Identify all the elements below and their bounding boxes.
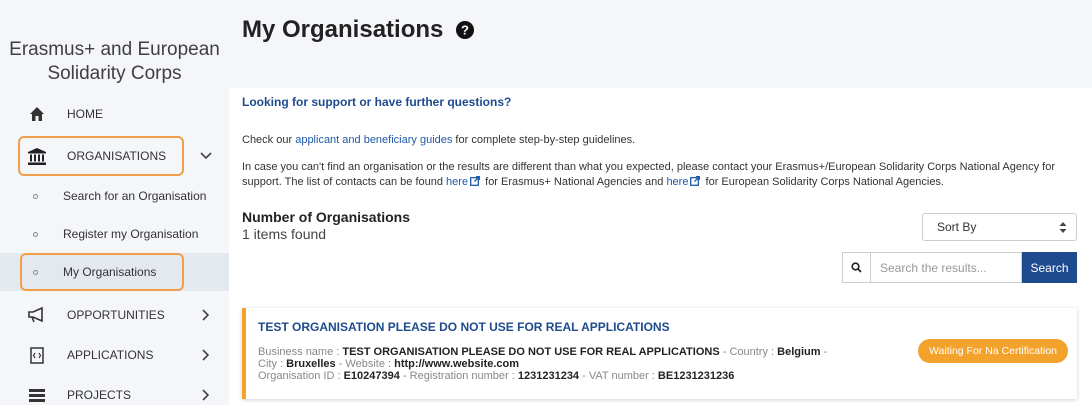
sidebar-item-label: OPPORTUNITIES (67, 308, 165, 322)
city-line: City : Bruxelles - Website : http://www.… (258, 358, 519, 370)
city-value: Bruxelles (286, 358, 336, 370)
text: for Erasmus+ National Agencies and (482, 176, 667, 188)
link-label: here (446, 176, 469, 188)
sidebar-subitem-register-organisation[interactable]: Register my Organisation (0, 215, 229, 253)
sidebar-item-label: ORGANISATIONS (67, 149, 167, 163)
text: for complete step-by-step guidelines. (452, 134, 636, 146)
label: - Country : (719, 346, 778, 358)
organisation-card: TEST ORGANISATION PLEASE DO NOT USE FOR … (242, 308, 1077, 399)
text: Check our (242, 134, 296, 146)
sidebar-subitem-my-organisations[interactable]: My Organisations (0, 253, 229, 291)
vat-value: BE1231231236 (657, 370, 735, 382)
sidebar-item-applications[interactable]: APPLICATIONS (0, 335, 229, 375)
website-value: http://www.website.com (394, 358, 520, 370)
external-link-icon (690, 176, 701, 186)
country-value: Belgium (777, 346, 821, 358)
sidebar-item-organisations[interactable]: ORGANISATIONS (0, 136, 229, 176)
bullet-icon (33, 269, 38, 275)
organisations-count-title: Number of Organisations (242, 209, 411, 225)
question-circle-icon[interactable]: ? (455, 20, 475, 40)
items-found-text: 1 items found (242, 226, 327, 242)
erasmus-agencies-link[interactable]: here (446, 176, 482, 188)
search-bar: Search (842, 252, 1077, 283)
projects-icon (24, 385, 50, 405)
megaphone-icon (24, 305, 50, 325)
chevron-down-icon[interactable] (198, 148, 214, 164)
contact-paragraph: In case you can't find an organisation o… (242, 160, 1062, 190)
label: Organisation ID : (258, 370, 344, 382)
label: City : (258, 358, 287, 370)
svg-text:?: ? (461, 23, 469, 38)
sidebar-item-label: PROJECTS (67, 388, 132, 402)
page-title-text: My Organisations (242, 16, 444, 43)
text: for European Solidarity Corps National A… (702, 176, 944, 188)
label: - Website : (335, 358, 395, 370)
search-button[interactable]: Search (1022, 252, 1077, 283)
label: - VAT number : (579, 370, 658, 382)
sidebar-subitem-label: My Organisations (63, 265, 157, 279)
org-id-value: E10247394 (343, 370, 400, 382)
external-link-icon (470, 176, 481, 186)
sidebar-item-label: APPLICATIONS (67, 348, 154, 362)
sort-arrows-icon (1059, 221, 1067, 237)
organisation-title-link[interactable]: TEST ORGANISATION PLEASE DO NOT USE FOR … (258, 320, 670, 334)
business-line: Business name : TEST ORGANISATION PLEASE… (258, 346, 827, 358)
brand-title: Erasmus+ and European Solidarity Corps (9, 39, 220, 84)
chevron-right-icon[interactable] (198, 347, 214, 363)
guides-link[interactable]: applicant and beneficiary guides (295, 134, 452, 146)
sidebar-item-label: HOME (67, 107, 103, 121)
chevron-right-icon[interactable] (198, 307, 214, 323)
label: - Registration number : (399, 370, 518, 382)
sort-by-select[interactable]: Sort By (922, 213, 1077, 241)
sidebar-item-projects[interactable]: PROJECTS (0, 375, 229, 405)
sidebar-subitem-label: Register my Organisation (63, 227, 199, 241)
ids-line: Organisation ID : E10247394 - Registrati… (258, 370, 734, 382)
guide-paragraph: Check our applicant and beneficiary guid… (242, 133, 1062, 148)
search-icon[interactable] (842, 252, 870, 283)
sidebar-item-home[interactable]: HOME (0, 94, 229, 134)
institution-icon (24, 146, 50, 166)
separator: - (820, 346, 828, 358)
sort-by-label: Sort By (937, 220, 977, 234)
chevron-right-icon[interactable] (198, 387, 214, 403)
business-name-value: TEST ORGANISATION PLEASE DO NOT USE FOR … (342, 346, 720, 358)
label: Business name : (258, 346, 343, 358)
sidebar-item-opportunities[interactable]: OPPORTUNITIES (0, 295, 229, 335)
page-title: My Organisations ? (242, 16, 475, 44)
sidebar-subitem-label: Search for an Organisation (63, 189, 207, 203)
bullet-icon (33, 231, 38, 237)
header-band (229, 0, 1092, 88)
home-icon (24, 104, 50, 124)
search-input[interactable] (870, 252, 1022, 283)
esc-agencies-link[interactable]: here (666, 176, 702, 188)
status-badge: Waiting For Na Certification (918, 339, 1068, 363)
support-title: Looking for support or have further ques… (242, 95, 512, 109)
document-icon (24, 345, 50, 365)
registration-value: 1231231234 (517, 370, 580, 382)
link-label: here (666, 176, 689, 188)
bullet-icon (33, 193, 38, 199)
sidebar-subitem-search-organisation[interactable]: Search for an Organisation (0, 177, 229, 215)
sidebar: Erasmus+ and European Solidarity Corps H… (0, 0, 229, 405)
